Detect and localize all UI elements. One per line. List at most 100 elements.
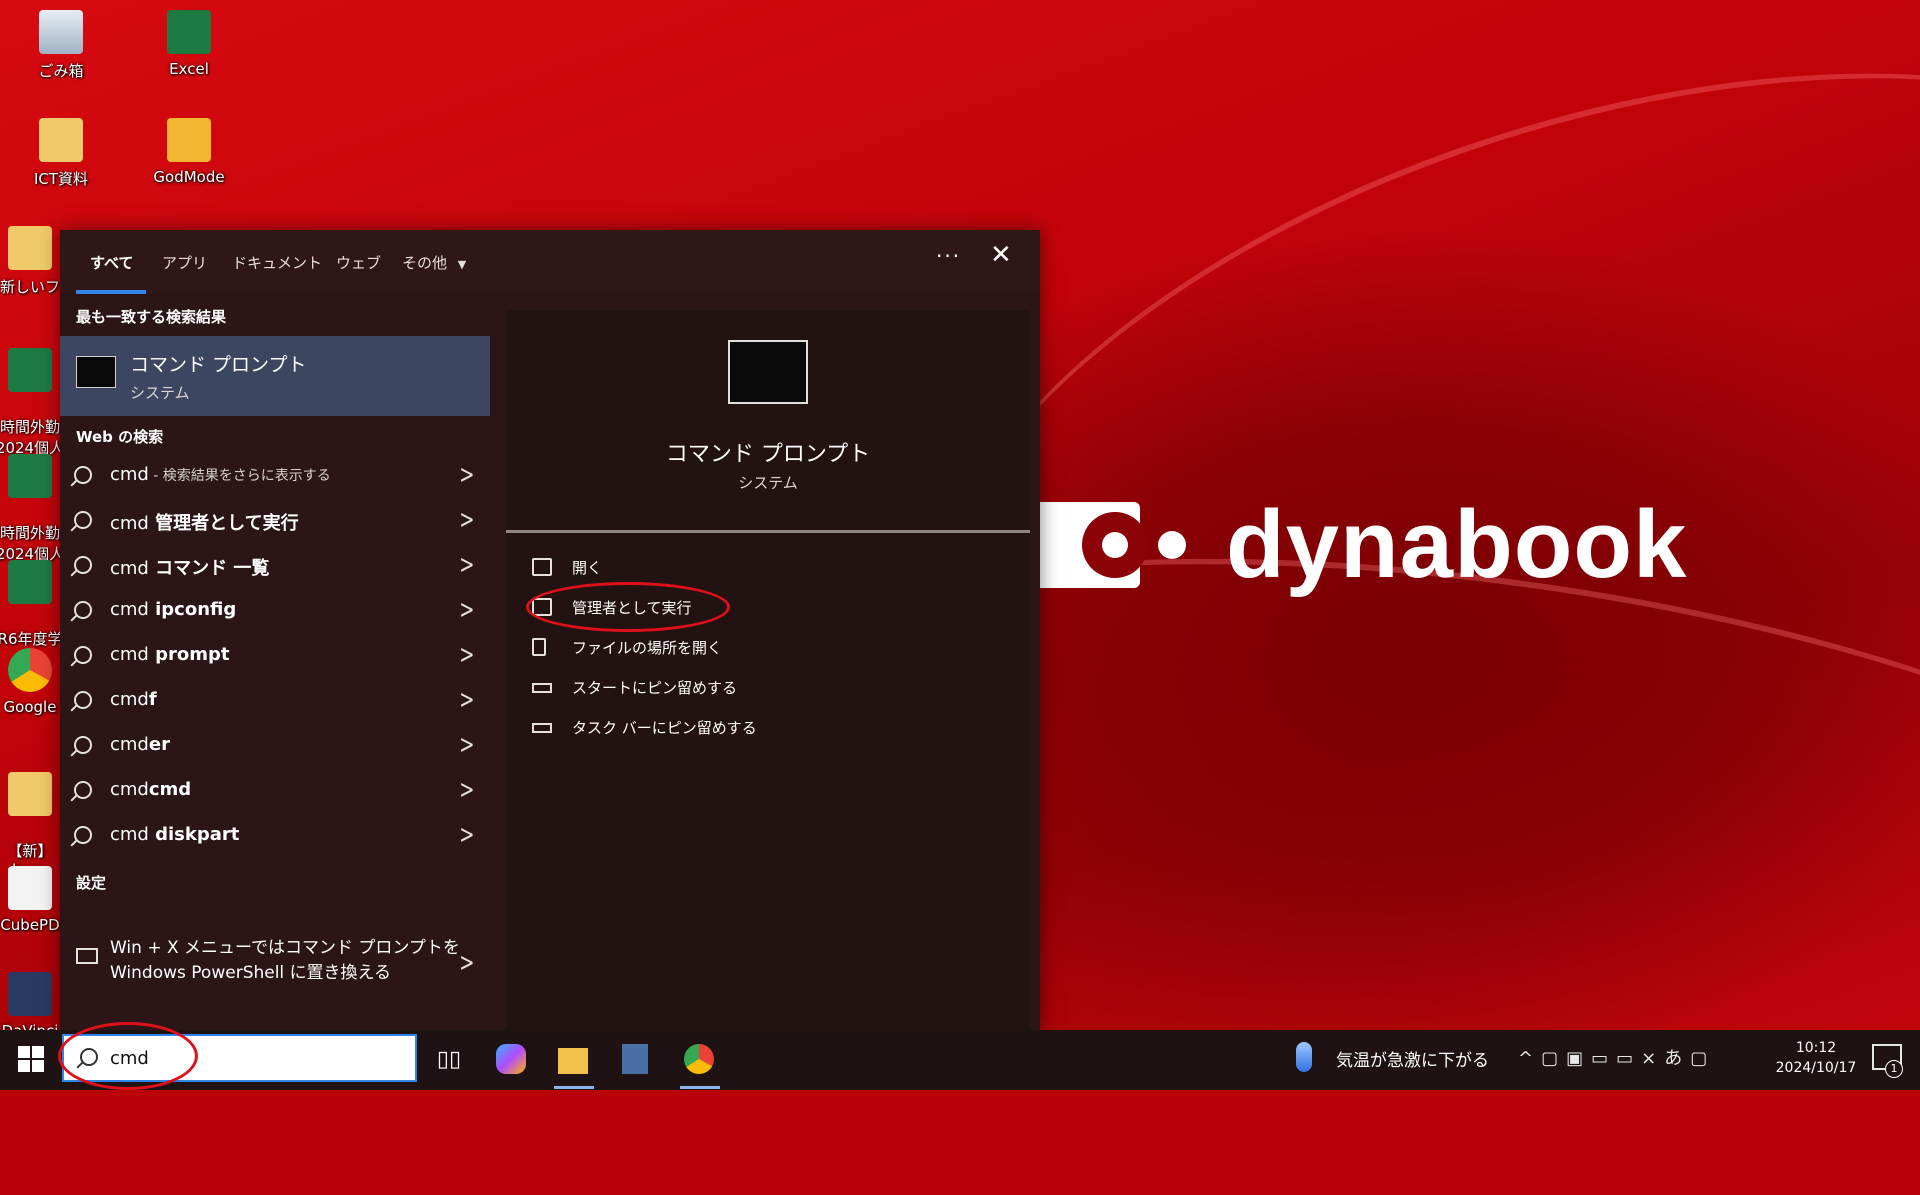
calculator-icon[interactable] xyxy=(622,1044,648,1074)
chevron-right-icon: > xyxy=(459,595,475,625)
tab-documents[interactable]: ドキュメント xyxy=(232,252,322,273)
web-result-text: cmdcmd xyxy=(110,779,191,800)
excel-file-icon xyxy=(8,454,52,498)
web-result-completion: er xyxy=(148,734,170,755)
notification-badge: 1 xyxy=(1885,1060,1903,1078)
settings-result-text: Win + X メニューではコマンド プロンプトを Windows PowerS… xyxy=(110,936,460,986)
best-match-result[interactable]: コマンド プロンプト システム xyxy=(60,336,490,416)
search-icon xyxy=(74,826,92,844)
desktop-icon-label: CubePD xyxy=(0,916,60,934)
chevron-right-icon: > xyxy=(459,685,475,715)
logo-dot xyxy=(1158,531,1186,559)
desktop-icon-ict-folder[interactable]: ICT資料 xyxy=(6,118,116,189)
file-explorer-icon[interactable] xyxy=(558,1048,588,1074)
action-pin-to-start[interactable]: スタートにピン留めする xyxy=(532,674,932,704)
settings-heading: 設定 xyxy=(76,874,107,892)
tab-apps[interactable]: アプリ xyxy=(162,252,207,273)
keyboard-icon xyxy=(76,948,98,964)
settings-result-row[interactable]: Win + X メニューではコマンド プロンプトを Windows PowerS… xyxy=(60,934,490,994)
network-status-icon[interactable]: ▣ xyxy=(1566,1048,1591,1069)
command-prompt-icon xyxy=(728,340,808,404)
open-icon xyxy=(532,558,552,576)
web-result-row[interactable]: cmder > xyxy=(60,726,490,770)
start-button[interactable] xyxy=(18,1046,46,1074)
desktop-icon-label: Google xyxy=(3,698,57,716)
tab-all[interactable]: すべて xyxy=(90,252,133,273)
search-icon xyxy=(74,601,92,619)
ellipsis-icon[interactable]: ··· xyxy=(936,244,961,268)
desktop-icon-excel[interactable]: Excel xyxy=(134,10,244,78)
tab-web[interactable]: ウェブ xyxy=(336,252,381,273)
ime-mode[interactable]: あ xyxy=(1664,1048,1690,1069)
windows-logo-icon xyxy=(18,1046,30,1058)
preview-divider xyxy=(506,530,1030,533)
web-result-row[interactable]: cmdf > xyxy=(60,681,490,725)
web-result-row[interactable]: cmd - 検索結果をさらに表示する > xyxy=(60,456,490,500)
thermometer-icon[interactable] xyxy=(1296,1042,1312,1072)
action-open[interactable]: 開く xyxy=(532,554,932,584)
red-highlight-circle xyxy=(58,1022,198,1090)
action-label: ファイルの場所を開く xyxy=(572,639,723,657)
web-result-text: cmdf xyxy=(110,689,157,710)
web-result-row[interactable]: cmd 管理者として実行 > xyxy=(60,501,490,545)
volume-muted-icon[interactable]: × xyxy=(1641,1048,1664,1069)
close-icon[interactable]: ✕ xyxy=(990,242,1012,268)
settings-result-line: Win + X メニューではコマンド プロンプトを xyxy=(110,938,460,958)
web-result-query: cmd xyxy=(110,779,149,800)
desktop-icon-label: Excel xyxy=(169,60,209,78)
excel-file-icon xyxy=(8,348,52,392)
pin-icon xyxy=(532,683,552,693)
camera-icon[interactable]: ▢ xyxy=(1541,1048,1566,1069)
desktop-icon-recycle-bin[interactable]: ごみ箱 xyxy=(6,10,116,81)
web-result-text: cmd ipconfig xyxy=(110,599,236,620)
chevron-right-icon: > xyxy=(459,550,475,580)
action-open-file-location[interactable]: ファイルの場所を開く xyxy=(532,634,932,664)
web-result-row[interactable]: cmd diskpart > xyxy=(60,816,490,860)
running-indicator xyxy=(680,1086,720,1089)
preview-app-name: コマンド プロンプト xyxy=(665,442,871,467)
tab-more[interactable]: その他 ▼ xyxy=(402,252,466,273)
tab-more-label: その他 xyxy=(402,254,448,272)
action-run-as-admin[interactable]: 管理者として実行 xyxy=(526,582,932,632)
task-view-icon[interactable]: ▯▯ xyxy=(432,1042,466,1076)
windows-logo-icon xyxy=(32,1046,44,1058)
chevron-right-icon: > xyxy=(459,505,475,535)
display-icon[interactable]: ▭ xyxy=(1616,1048,1641,1069)
settings-result-line: Windows PowerShell に置き換える xyxy=(110,963,392,983)
action-label: スタートにピン留めする xyxy=(572,679,738,697)
weather-text[interactable]: 気温が急激に下がる xyxy=(1336,1046,1489,1071)
action-pin-to-taskbar[interactable]: タスク バーにピン留めする xyxy=(532,714,932,744)
results-list: 最も一致する検索結果 コマンド プロンプト システム Web の検索 cmd -… xyxy=(60,294,490,1030)
chevron-right-icon: > xyxy=(459,460,475,490)
action-label: タスク バーにピン留めする xyxy=(572,719,757,737)
copilot-icon[interactable] xyxy=(496,1044,526,1074)
web-result-query: cmd xyxy=(110,513,149,534)
taskbar: cmd ▯▯ 気温が急激に下がる ^▢▣▭▭×あ▢ 10:12 2024/10/… xyxy=(0,1030,1920,1090)
best-match-heading: 最も一致する検索結果 xyxy=(76,308,227,326)
web-result-row[interactable]: cmdcmd > xyxy=(60,771,490,815)
search-icon xyxy=(74,556,92,574)
desktop-icon-godmode[interactable]: GodMode xyxy=(134,118,244,186)
web-result-completion: prompt xyxy=(148,644,230,665)
clock[interactable]: 10:12 2024/10/17 xyxy=(1766,1038,1866,1078)
ime-toggle-icon[interactable]: ▢ xyxy=(1690,1048,1715,1069)
preview-pane: コマンド プロンプト システム 開く 管理者として実行 ファイルの場所を開く ス… xyxy=(506,310,1030,1030)
web-result-text: cmd prompt xyxy=(110,644,230,665)
web-result-row[interactable]: cmd ipconfig > xyxy=(60,591,490,635)
battery-icon[interactable]: ▭ xyxy=(1591,1048,1616,1069)
web-result-row[interactable]: cmd コマンド 一覧 > xyxy=(60,546,490,590)
chrome-icon[interactable] xyxy=(684,1044,714,1074)
chevron-up-icon[interactable]: ^ xyxy=(1518,1048,1541,1069)
desktop-icon-label: ICT資料 xyxy=(33,170,89,188)
file-location-icon xyxy=(532,638,546,656)
web-result-query: cmd xyxy=(110,464,149,485)
folder-icon xyxy=(8,226,52,270)
chevron-right-icon: > xyxy=(459,640,475,670)
web-result-text: cmd - 検索結果をさらに表示する xyxy=(110,464,331,485)
web-result-row[interactable]: cmd prompt > xyxy=(60,636,490,680)
davinci-icon xyxy=(8,972,52,1016)
windows-logo-icon xyxy=(32,1060,44,1072)
web-result-suffix: - 検索結果をさらに表示する xyxy=(148,468,331,484)
web-search-heading: Web の検索 xyxy=(76,428,164,446)
chevron-right-icon: > xyxy=(459,948,475,978)
